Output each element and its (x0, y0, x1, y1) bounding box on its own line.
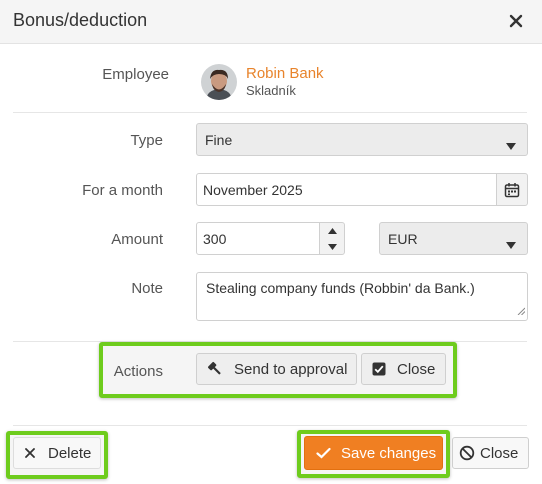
gavel-icon (207, 361, 223, 377)
currency-value: EUR (388, 231, 418, 247)
close-icon (24, 448, 36, 458)
note-value: Stealing company funds (Robbin' da Bank.… (206, 280, 475, 296)
increment-icon[interactable] (320, 223, 344, 238)
save-changes-button[interactable]: Save changes (304, 436, 443, 470)
amount-value: 300 (203, 231, 227, 247)
dialog-header: Bonus/deduction (0, 0, 542, 44)
close-label: Close (480, 444, 519, 462)
employee-role: Skladník (246, 83, 296, 98)
save-changes-label: Save changes (341, 444, 437, 462)
type-select[interactable]: Fine (196, 123, 528, 156)
check-icon (315, 447, 331, 459)
delete-button[interactable]: Delete (13, 437, 101, 469)
send-to-approval-button[interactable]: Send to approval (196, 353, 357, 385)
caret-down-icon (506, 137, 516, 153)
currency-select[interactable]: EUR (379, 222, 528, 255)
amount-stepper[interactable] (319, 222, 345, 255)
actions-close-label: Close (397, 360, 436, 378)
resize-grip-icon[interactable] (517, 302, 526, 318)
month-value: November 2025 (203, 182, 303, 198)
close-icon[interactable] (506, 11, 526, 31)
actions-label: Actions (113, 363, 163, 380)
ban-icon (459, 445, 475, 461)
month-label: For a month (82, 182, 163, 199)
divider (13, 112, 527, 113)
amount-input[interactable]: 300 (196, 222, 320, 255)
note-label: Note (131, 280, 163, 297)
employee-name[interactable]: Robin Bank (246, 65, 324, 82)
month-input[interactable]: November 2025 (196, 173, 497, 206)
close-button[interactable]: Close (452, 437, 529, 469)
calendar-icon[interactable] (496, 173, 528, 206)
employee-label: Employee (102, 66, 169, 83)
divider (13, 425, 527, 426)
avatar (201, 64, 237, 100)
type-value: Fine (205, 132, 233, 148)
decrement-icon[interactable] (320, 239, 344, 254)
type-label: Type (130, 132, 163, 149)
caret-down-icon (506, 236, 516, 252)
delete-label: Delete (48, 444, 92, 462)
send-to-approval-label: Send to approval (234, 360, 348, 378)
dialog-title: Bonus/deduction (13, 10, 148, 30)
actions-close-button[interactable]: Close (361, 353, 446, 385)
note-textarea[interactable]: Stealing company funds (Robbin' da Bank.… (196, 272, 528, 321)
bonus-deduction-dialog: Bonus/deduction Employee Robin Bank Skla… (0, 0, 542, 484)
checkbox-icon (372, 362, 386, 376)
amount-label: Amount (111, 231, 163, 248)
